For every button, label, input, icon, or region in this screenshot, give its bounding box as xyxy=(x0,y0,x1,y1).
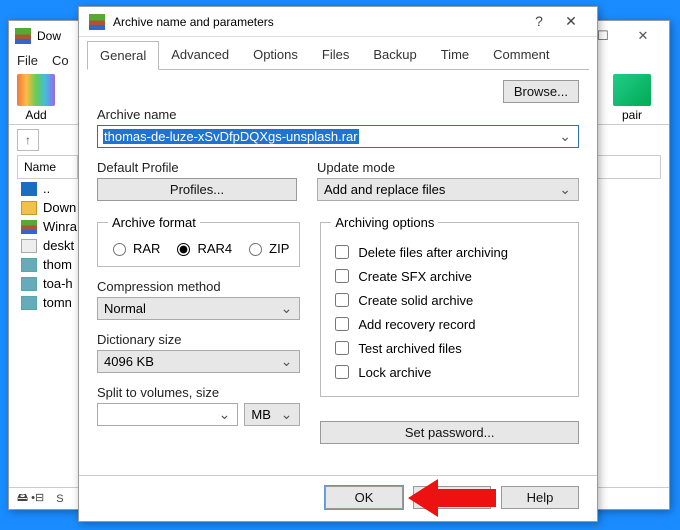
radio-rar4[interactable]: RAR4 xyxy=(172,240,232,256)
tool-add-label: Add xyxy=(25,108,46,122)
chk-lock[interactable]: Lock archive xyxy=(331,362,568,382)
chk-recovery[interactable]: Add recovery record xyxy=(331,314,568,334)
default-profile-label: Default Profile xyxy=(97,160,297,175)
archiving-options-group: Archiving options Delete files after arc… xyxy=(320,215,579,397)
compression-select[interactable]: Normal xyxy=(97,297,300,320)
split-label: Split to volumes, size xyxy=(97,385,300,400)
set-password-button[interactable]: Set password... xyxy=(320,421,579,444)
up-button[interactable]: ↑ xyxy=(17,129,39,151)
tab-files[interactable]: Files xyxy=(310,41,361,69)
tool-add[interactable]: Add xyxy=(17,74,55,122)
dialog-close-button[interactable]: ✕ xyxy=(555,13,587,30)
chk-solid[interactable]: Create solid archive xyxy=(331,290,568,310)
dialog-title: Archive name and parameters xyxy=(113,15,274,29)
dialog-titlebar: Archive name and parameters ? ✕ xyxy=(79,7,597,37)
tab-comment[interactable]: Comment xyxy=(481,41,561,69)
archiving-options-legend: Archiving options xyxy=(331,215,438,230)
radio-rar[interactable]: RAR xyxy=(108,240,160,256)
dialog-help-button[interactable]: ? xyxy=(523,13,555,30)
radio-zip[interactable]: ZIP xyxy=(244,240,289,256)
profiles-button[interactable]: Profiles... xyxy=(97,178,297,201)
archive-name-label: Archive name xyxy=(97,107,579,122)
main-title: Dow xyxy=(37,29,61,43)
archive-format-legend: Archive format xyxy=(108,215,200,230)
tab-general[interactable]: General xyxy=(87,41,159,70)
menu-commands[interactable]: Co xyxy=(52,53,69,68)
ok-button[interactable]: OK xyxy=(325,486,403,509)
archive-name-value: thomas-de-luze-xSvDfpDQXgs-unsplash.rar xyxy=(103,129,359,144)
main-close-button[interactable]: ✕ xyxy=(623,24,663,48)
chk-test[interactable]: Test archived files xyxy=(331,338,568,358)
compression-label: Compression method xyxy=(97,279,300,294)
update-mode-select[interactable]: Add and replace files xyxy=(317,178,579,201)
update-mode-label: Update mode xyxy=(317,160,579,175)
tool-repair-label: pair xyxy=(622,108,642,122)
status-selection: S xyxy=(56,493,63,505)
dictionary-label: Dictionary size xyxy=(97,332,300,347)
menu-file[interactable]: File xyxy=(17,53,38,68)
dialog-footer: OK Cancel Help xyxy=(79,475,597,521)
status-drive-icon: 🖴 •⊟ xyxy=(17,489,44,508)
dialog-tabs: General Advanced Options Files Backup Ti… xyxy=(87,41,589,70)
dictionary-select[interactable]: 4096 KB xyxy=(97,350,300,373)
archive-format-group: Archive format RAR RAR4 ZIP xyxy=(97,215,300,267)
tab-options[interactable]: Options xyxy=(241,41,310,69)
chk-delete-after[interactable]: Delete files after archiving xyxy=(331,242,568,262)
cancel-button[interactable]: Cancel xyxy=(413,486,491,509)
winrar-icon xyxy=(89,14,105,30)
tab-advanced[interactable]: Advanced xyxy=(159,41,241,69)
tab-backup[interactable]: Backup xyxy=(361,41,428,69)
help-button[interactable]: Help xyxy=(501,486,579,509)
browse-button[interactable]: Browse... xyxy=(503,80,579,103)
winrar-icon xyxy=(15,28,31,44)
split-size-input[interactable] xyxy=(97,403,238,426)
tab-time[interactable]: Time xyxy=(429,41,481,69)
tool-repair[interactable]: pair xyxy=(613,74,651,122)
archive-dialog: Archive name and parameters ? ✕ General … xyxy=(78,6,598,522)
archive-name-input[interactable]: thomas-de-luze-xSvDfpDQXgs-unsplash.rar xyxy=(97,125,579,148)
split-unit-select[interactable]: MB xyxy=(244,403,300,426)
chk-sfx[interactable]: Create SFX archive xyxy=(331,266,568,286)
col-name[interactable]: Name xyxy=(18,156,78,178)
